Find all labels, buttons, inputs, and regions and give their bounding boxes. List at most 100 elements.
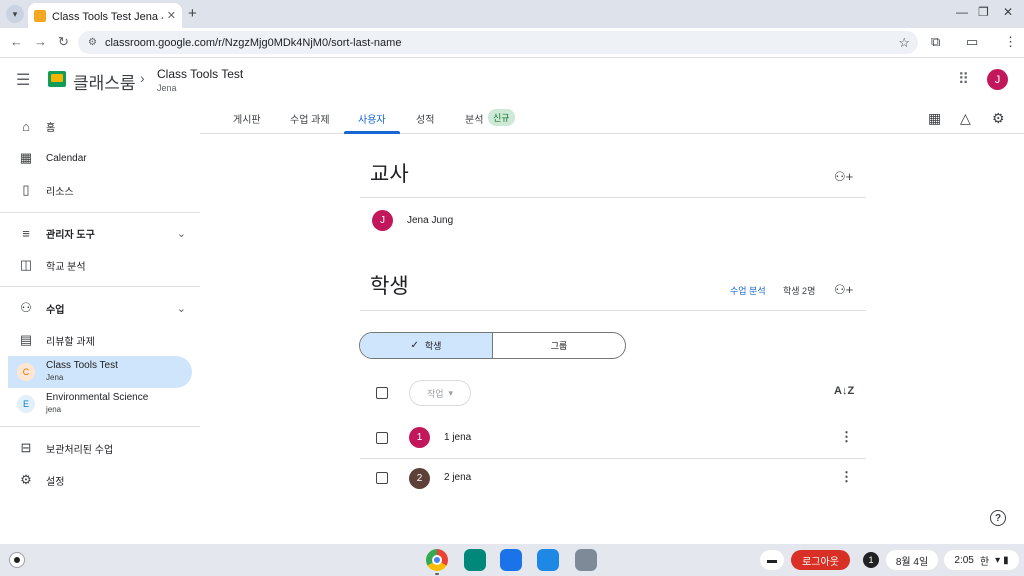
tab-analytics[interactable]: 분석	[465, 111, 483, 126]
invite-teacher-icon[interactable]: ⚇+	[834, 169, 853, 185]
toggle-students[interactable]: ✓ 학생	[360, 333, 493, 358]
student-name[interactable]: 1 jena	[444, 432, 471, 443]
dropdown-caret-icon: ▾	[448, 387, 454, 398]
close-window-icon[interactable]: ✕	[1003, 5, 1013, 19]
sidebar-item-admin-tools[interactable]: ≡ 관리자 도구 ⌄	[8, 217, 192, 249]
teacher-name: Jena Jung	[407, 215, 454, 226]
sidebar-item-label: 홈	[46, 122, 56, 134]
course-title[interactable]: Class Tools Test	[157, 67, 243, 81]
student-avatar: 1	[409, 427, 430, 448]
tab-classwork[interactable]: 수업 과제	[290, 111, 330, 126]
sidebar-item-label: Calendar	[46, 152, 87, 164]
browser-tab[interactable]: Class Tools Test Jena 사용자 ✕	[28, 3, 182, 28]
toggle-groups[interactable]: 그룹	[493, 333, 625, 358]
folder-icon: ▤	[19, 332, 33, 347]
chrome-app-icon[interactable]	[426, 549, 448, 571]
sidebar-item-settings[interactable]: ⚙ 설정	[8, 464, 192, 496]
restore-icon[interactable]: ❐	[978, 5, 989, 19]
os-shelf: ▬ 로그아웃 1 8월 4일 2:05 한 ▾ ▮	[0, 544, 1024, 576]
course-initial-badge: C	[17, 363, 35, 381]
bookmark-star-icon[interactable]: ☆	[898, 35, 910, 51]
help-icon[interactable]: ?	[990, 510, 1006, 526]
tray-app-icon[interactable]: ▬	[760, 550, 784, 570]
tab-search-icon[interactable]: ▾	[6, 5, 24, 23]
invite-student-icon[interactable]: ⚇+	[834, 282, 853, 298]
google-apps-icon[interactable]: ⠿	[958, 70, 969, 88]
time-text: 2:05	[954, 554, 974, 566]
logout-button[interactable]: 로그아웃	[791, 550, 850, 570]
student-more-icon[interactable]: ⋮	[840, 469, 853, 485]
tab-grades[interactable]: 성적	[416, 111, 434, 126]
course-owner: jena	[46, 405, 62, 414]
classroom-logo-icon[interactable]	[48, 71, 66, 87]
ime-indicator: 한	[979, 556, 990, 568]
class-analytics-link[interactable]: 수업 분석	[730, 284, 766, 297]
status-tray[interactable]: 2:05 한 ▾ ▮	[944, 550, 1019, 570]
app-icon[interactable]	[575, 549, 597, 571]
student-more-icon[interactable]: ⋮	[840, 429, 853, 445]
brand-name[interactable]: 클래스룸	[73, 69, 136, 94]
toggle-label: 학생	[424, 341, 442, 351]
sidebar-item-review[interactable]: ▤ 리뷰할 과제	[8, 324, 192, 356]
class-settings-gear-icon[interactable]: ⚙	[992, 110, 1005, 127]
launcher-icon[interactable]	[9, 552, 25, 568]
reload-icon[interactable]: ↻	[58, 34, 69, 50]
notification-count[interactable]: 1	[863, 552, 879, 568]
select-all-checkbox[interactable]	[376, 387, 388, 399]
resources-book-icon: ▯	[22, 182, 30, 197]
main-menu-icon[interactable]: ☰	[16, 70, 30, 90]
chevron-right-icon: ›	[140, 70, 145, 86]
sidebar-item-label: 수업	[46, 304, 65, 316]
files-app-icon[interactable]	[537, 549, 559, 571]
site-info-icon[interactable]: ⚙	[88, 37, 97, 48]
app-icon[interactable]	[500, 549, 522, 571]
main-content: 게시판 수업 과제 사용자 성적 분석 신규 ▦ △ ⚙ 교사 ⚇+ J Jen…	[200, 102, 1024, 544]
sidebar-item-classes[interactable]: ⚇ 수업 ⌄	[8, 292, 192, 324]
browser-toolbar: ← → ↻ ⚙ classroom.google.com/r/NzgzMjg0M…	[0, 28, 1024, 58]
sidebar-item-label: 리소스	[46, 186, 74, 198]
classroom-favicon-icon	[34, 9, 46, 22]
calendar-icon[interactable]: ▦	[928, 110, 941, 127]
classroom-app-icon[interactable]	[464, 549, 486, 571]
student-checkbox[interactable]	[376, 472, 388, 484]
sidebar-item-school-analytics[interactable]: ◫ 학교 분석	[8, 249, 192, 281]
student-checkbox[interactable]	[376, 432, 388, 444]
date-pill[interactable]: 8월 4일	[886, 550, 938, 570]
tab-close-icon[interactable]: ✕	[167, 9, 176, 22]
new-tab-button[interactable]: +	[188, 5, 197, 22]
menu-kebab-icon[interactable]: ⋮	[1004, 34, 1017, 50]
back-icon[interactable]: ←	[10, 34, 23, 49]
sidebar-item-resources[interactable]: ▯ 리소스	[8, 174, 192, 206]
section-divider	[360, 310, 866, 311]
sidebar-item-home[interactable]: ⌂ 홈	[8, 110, 192, 142]
analytics-chart-icon: ◫	[19, 257, 33, 272]
running-indicator	[435, 573, 439, 575]
sidebar-item-label: 관리자 도구	[46, 229, 95, 241]
minimize-icon[interactable]: —	[956, 5, 968, 19]
sidebar-item-label: 학교 분석	[46, 261, 86, 273]
active-tab-indicator	[344, 131, 400, 134]
cast-icon[interactable]: ▭	[966, 34, 978, 50]
chevron-down-icon[interactable]: ⌄	[177, 227, 186, 240]
sidebar-item-class-tools-test[interactable]: C Class Tools Test Jena	[8, 356, 192, 388]
forward-icon[interactable]: →	[34, 34, 47, 49]
sidebar-item-archived[interactable]: ⊟ 보관처리된 수업	[8, 432, 192, 464]
actions-dropdown[interactable]: 작업 ▾	[409, 380, 471, 406]
chevron-down-icon[interactable]: ⌄	[177, 302, 186, 315]
account-avatar[interactable]: J	[987, 69, 1008, 90]
sidebar-item-label: 보관처리된 수업	[46, 444, 114, 456]
tab-people[interactable]: 사용자	[358, 111, 386, 126]
sort-az-icon[interactable]: A↓Z	[834, 385, 854, 397]
course-name: Environmental Science	[46, 392, 149, 403]
extensions-icon[interactable]: ⧉	[931, 34, 940, 50]
people-icon: ⚇	[20, 300, 32, 315]
sidebar-divider	[0, 212, 200, 213]
student-name[interactable]: 2 jena	[444, 472, 471, 483]
drive-folder-icon[interactable]: △	[960, 110, 971, 127]
toggle-label: 그룹	[550, 341, 568, 351]
sidebar-item-environmental-science[interactable]: E Environmental Science jena	[8, 388, 192, 420]
tab-stream[interactable]: 게시판	[233, 111, 261, 126]
sidebar-item-calendar[interactable]: ▦ Calendar	[8, 142, 192, 174]
actions-label: 작업	[426, 388, 444, 399]
address-bar[interactable]: ⚙ classroom.google.com/r/NzgzMjg0MDk4NjM…	[78, 31, 918, 54]
